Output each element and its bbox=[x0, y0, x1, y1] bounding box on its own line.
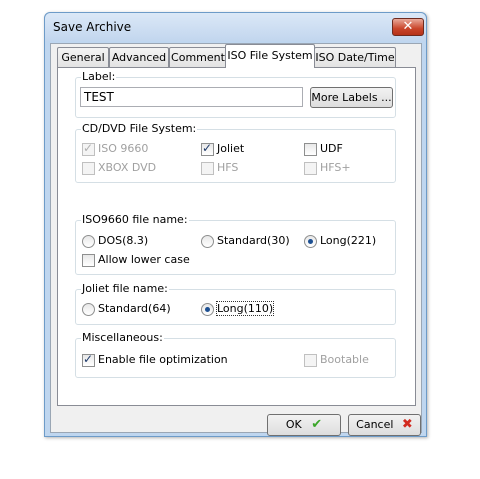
bootable-label: Bootable bbox=[320, 353, 369, 366]
more-labels-button[interactable]: More Labels ... bbox=[310, 87, 393, 108]
iso-dos-label: DOS(8.3) bbox=[98, 234, 149, 247]
cross-icon: ✖ bbox=[401, 417, 413, 432]
cancel-label: Cancel bbox=[356, 418, 394, 431]
tab-label: Comment bbox=[171, 51, 225, 64]
hfs-plus-label: HFS+ bbox=[320, 161, 351, 174]
joliet-standard-radio[interactable] bbox=[82, 303, 95, 316]
joliet-long-label: Long(110) bbox=[215, 301, 275, 316]
iso-dos-radio[interactable] bbox=[82, 235, 95, 248]
label-caption: Label: bbox=[81, 70, 117, 83]
cancel-button[interactable]: Cancel ✖ bbox=[348, 414, 421, 436]
joliet-standard-label: Standard(64) bbox=[98, 302, 171, 315]
enable-optimization-label: Enable file optimization bbox=[98, 353, 228, 366]
iso-long-label: Long(221) bbox=[320, 234, 377, 247]
close-icon: ✕ bbox=[402, 19, 414, 34]
iso-long-radio[interactable] bbox=[304, 235, 317, 248]
allow-lower-case-label: Allow lower case bbox=[98, 253, 190, 266]
tab-iso-file-system[interactable]: ISO File System bbox=[225, 44, 315, 68]
window-title: Save Archive bbox=[53, 20, 132, 34]
udf-checkbox[interactable] bbox=[304, 143, 317, 156]
cd-dvd-group bbox=[75, 129, 396, 183]
tab-panel: Label: TEST More Labels ... CD/DVD File … bbox=[57, 67, 416, 406]
tab-label: ISO Date/Time bbox=[315, 51, 395, 64]
tab-label: ISO File System bbox=[227, 49, 313, 62]
xbox-dvd-checkbox[interactable] bbox=[82, 162, 95, 175]
checkmark-icon: ✔ bbox=[311, 417, 323, 432]
joliet-checkbox[interactable] bbox=[201, 141, 214, 156]
cd-dvd-caption: CD/DVD File System: bbox=[81, 122, 198, 135]
allow-lower-case-checkbox[interactable] bbox=[82, 254, 95, 267]
hfs-label: HFS bbox=[217, 161, 239, 174]
dialog-client-area: General Advanced Comment ISO File System… bbox=[50, 43, 422, 436]
iso9660-name-group bbox=[75, 220, 396, 275]
ok-label: OK bbox=[285, 418, 302, 431]
tab-advanced[interactable]: Advanced bbox=[109, 47, 169, 67]
tab-comment[interactable]: Comment bbox=[169, 47, 227, 67]
enable-optimization-checkbox[interactable] bbox=[82, 352, 95, 367]
tab-label: Advanced bbox=[111, 51, 167, 64]
hfs-checkbox[interactable] bbox=[201, 162, 214, 175]
iso-standard-label: Standard(30) bbox=[217, 234, 290, 247]
bootable-checkbox[interactable] bbox=[304, 354, 317, 367]
close-button[interactable]: ✕ bbox=[392, 18, 424, 36]
tab-general[interactable]: General bbox=[57, 47, 109, 67]
ok-button[interactable]: OK ✔ bbox=[267, 414, 341, 436]
joliet-name-caption: Joliet file name: bbox=[81, 282, 169, 295]
iso9660-name-caption: ISO9660 file name: bbox=[81, 213, 189, 226]
save-archive-dialog: Save Archive ✕ General Advanced Comment … bbox=[44, 12, 427, 437]
tab-iso-date-time[interactable]: ISO Date/Time bbox=[314, 47, 396, 67]
iso-standard-radio[interactable] bbox=[201, 235, 214, 248]
hfs-plus-checkbox[interactable] bbox=[304, 162, 317, 175]
joliet-long-radio[interactable] bbox=[201, 303, 214, 316]
tab-label: General bbox=[61, 51, 105, 64]
misc-caption: Miscellaneous: bbox=[81, 331, 164, 344]
xbox-dvd-label: XBOX DVD bbox=[98, 161, 157, 174]
label-input[interactable]: TEST bbox=[80, 87, 303, 107]
iso9660-checkbox[interactable] bbox=[82, 141, 95, 156]
iso9660-label: ISO 9660 bbox=[98, 142, 149, 155]
title-bar[interactable]: Save Archive ✕ bbox=[45, 13, 426, 41]
joliet-label: Joliet bbox=[217, 142, 245, 155]
udf-label: UDF bbox=[320, 142, 343, 155]
